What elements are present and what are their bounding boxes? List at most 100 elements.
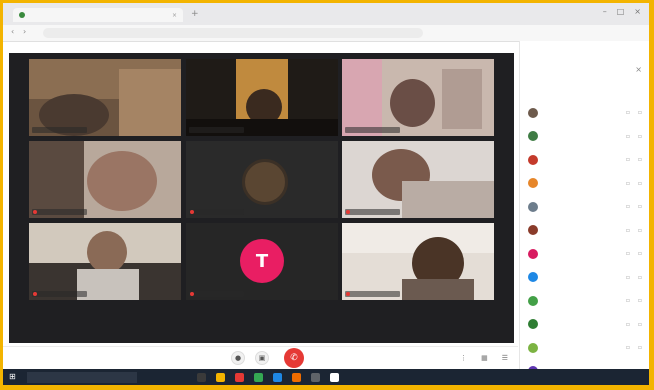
pin-icon[interactable]: ▫ [626,156,630,163]
forward-icon[interactable]: › [23,27,26,36]
participant-avatar-icon [528,248,538,259]
more-options-icon[interactable]: ⋮ [460,354,467,362]
mic-icon: ▫ [637,132,642,140]
participant-row[interactable]: ▫▫ [524,125,646,149]
pin-icon[interactable]: ▫ [626,133,630,140]
microphone-button[interactable]: ● [231,351,245,365]
video-tile[interactable] [29,223,181,300]
participant-shoulders [402,279,474,300]
participant-head [390,79,435,127]
pin-icon[interactable]: ▫ [626,321,630,328]
mic-icon: ▫ [637,320,642,328]
mic-muted-icon [346,210,350,214]
pin-icon[interactable]: ▫ [626,227,630,234]
participant-row-icons: ▫▫ [626,227,642,234]
pin-icon[interactable]: ▫ [626,344,630,351]
close-window-icon[interactable]: × [634,7,641,16]
participant-row[interactable]: ▫▫ [524,289,646,313]
taskbar-app-icon[interactable] [311,372,320,382]
video-tile[interactable] [342,59,494,136]
layout-icon[interactable]: ▦ [481,354,488,362]
participant-avatar-icon [528,342,538,353]
windows-start-icon[interactable]: ⊞ [9,372,19,382]
participant-row-icons: ▫▫ [626,203,642,210]
pin-icon[interactable]: ▫ [626,180,630,187]
maximize-icon[interactable]: □ [617,7,625,16]
taskbar-app-icon[interactable] [292,372,301,382]
participant-avatar-icon [528,154,538,165]
mic-muted-icon [33,292,37,296]
participant-row[interactable]: ▫▫ [524,101,646,125]
mic-muted-icon [33,210,37,214]
curtain [342,59,382,136]
pin-icon[interactable]: ▫ [626,109,630,116]
avatar-initial: T [255,250,269,272]
url-field[interactable] [43,28,423,38]
meeting-stage: T [9,53,514,343]
camera-button[interactable]: ▣ [255,351,269,365]
participant-row-icons: ▫▫ [626,156,642,163]
window-frame [442,69,482,129]
taskbar-app-icon[interactable] [330,372,339,382]
participant-list: ▫▫▫▫▫▫▫▫▫▫▫▫▫▫▫▫▫▫▫▫▫▫▫▫ [524,101,646,383]
participant-avatar-icon [528,272,538,283]
participant-row[interactable]: ▫▫ [524,313,646,337]
participant-avatar [242,159,288,205]
participant-avatar: T [240,239,284,283]
participant-row[interactable]: ▫▫ [524,336,646,360]
taskbar-search[interactable] [27,371,137,383]
participant-face [87,151,157,211]
mic-muted-icon [190,292,194,296]
os-taskbar: ⊞ [3,369,649,385]
tab-close-icon[interactable]: × [172,12,177,19]
room-door [119,69,181,136]
video-tile[interactable] [29,141,181,218]
screen-frame: × + – □ × ‹ › T ● ▣ ✆ ⋮ ▦ ☰ × ▫ ▫ ▫ ▫ ▫ … [3,3,649,385]
mic-icon: ▫ [637,156,642,164]
window-controls: – □ × [603,7,641,16]
pin-icon[interactable]: ▫ [626,203,630,210]
back-icon[interactable]: ‹ [11,27,14,36]
microphone-icon: ● [234,354,242,362]
taskbar-app-icon[interactable] [235,372,244,382]
phone-icon: ✆ [290,353,298,363]
participant-row-icons: ▫▫ [626,321,642,328]
mic-icon: ▫ [637,109,642,117]
participant-row-icons: ▫▫ [626,297,642,304]
pin-icon[interactable]: ▫ [626,297,630,304]
mic-muted-icon [190,210,194,214]
end-call-button[interactable]: ✆ [284,348,304,368]
video-tile[interactable]: T [186,223,338,300]
browser-tab[interactable]: × [13,8,183,22]
participant-row[interactable]: ▫▫ [524,195,646,219]
video-tile[interactable] [29,59,181,136]
mic-icon: ▫ [637,250,642,258]
minimize-icon[interactable]: – [603,7,607,16]
right-controls: ⋮ ▦ ☰ [460,354,508,362]
meeting-controls-bar: ● ▣ ✆ ⋮ ▦ ☰ [3,346,518,369]
participant-row[interactable]: ▫▫ [524,219,646,243]
pin-icon[interactable]: ▫ [626,274,630,281]
video-tile[interactable] [186,141,338,218]
pin-icon[interactable]: ▫ [626,250,630,257]
participant-row-icons: ▫▫ [626,133,642,140]
video-tile[interactable] [342,141,494,218]
participant-row-icons: ▫▫ [626,180,642,187]
new-tab-icon[interactable]: + [191,9,199,19]
menu-icon[interactable]: ☰ [502,354,508,362]
panel-close-icon[interactable]: × [635,65,642,74]
mic-icon: ▫ [637,226,642,234]
video-tile[interactable] [186,59,338,136]
participant-row[interactable]: ▫▫ [524,172,646,196]
taskbar-app-icon[interactable] [254,372,263,382]
room-dark-wall [29,141,84,218]
taskbar-app-icon[interactable] [197,372,206,382]
participant-row-icons: ▫▫ [626,250,642,257]
mic-icon: ▫ [637,179,642,187]
taskbar-app-icon[interactable] [216,372,225,382]
taskbar-app-icon[interactable] [273,372,282,382]
participant-row[interactable]: ▫▫ [524,242,646,266]
video-tile[interactable] [342,223,494,300]
participant-row[interactable]: ▫▫ [524,148,646,172]
participant-row[interactable]: ▫▫ [524,266,646,290]
